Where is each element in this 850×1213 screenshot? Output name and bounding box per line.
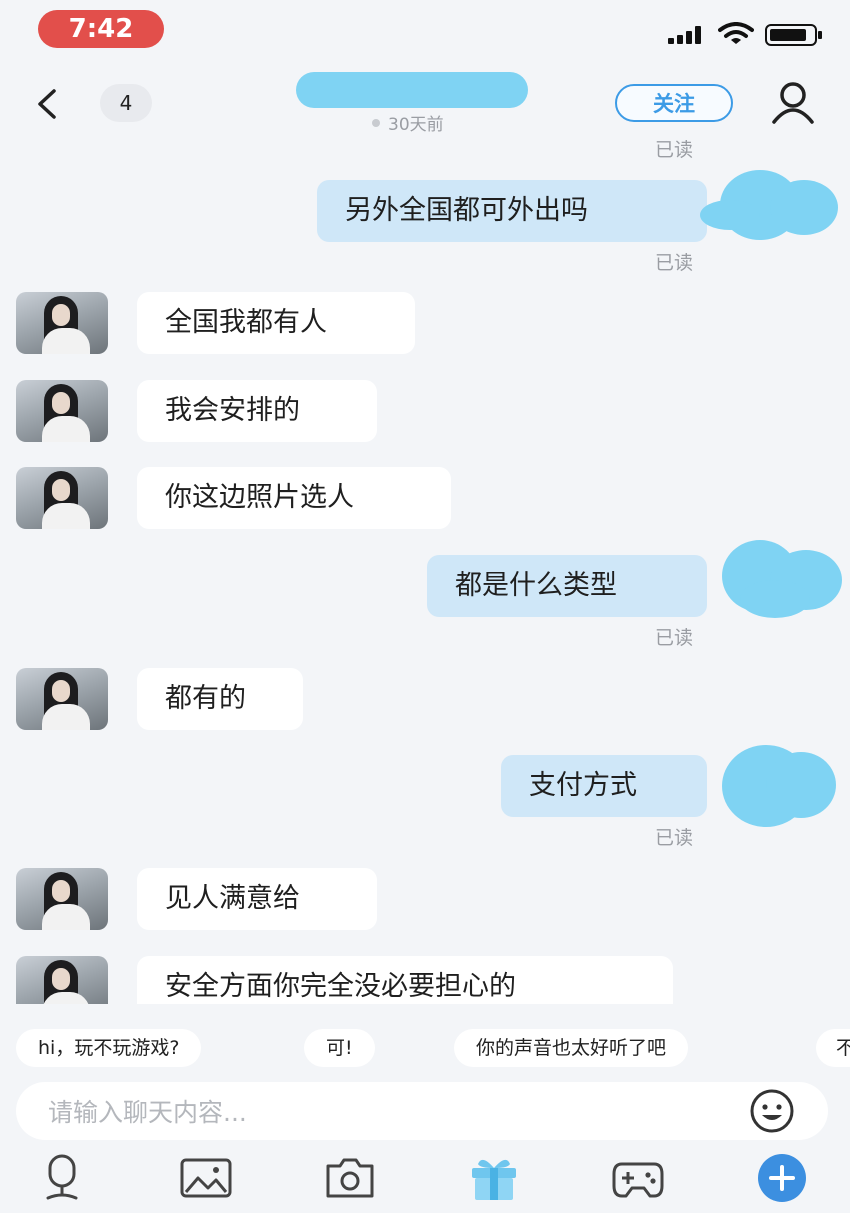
read-receipt: 已读 [655,627,694,649]
quick-reply-chip[interactable]: hi，玩不玩游戏? [16,1029,202,1067]
outgoing-message[interactable]: 都是什么类型 [427,555,707,617]
quick-reply-chip[interactable]: 你的声音也太好听了吧 [454,1029,689,1067]
camera-icon[interactable] [322,1152,378,1204]
gift-icon[interactable] [466,1152,522,1204]
read-receipt: 已读 [655,252,694,274]
plus-icon[interactable] [754,1152,810,1204]
signal-icon [668,26,708,44]
wifi-icon [718,22,754,44]
incoming-message[interactable]: 我会安排的 [137,380,377,442]
contact-name-redacted [296,72,528,108]
image-icon[interactable] [178,1152,234,1204]
contact-avatar[interactable] [16,467,108,529]
unread-count-badge[interactable]: 4 [100,84,152,122]
incoming-message[interactable]: 安全方面你完全没必要担心的 [137,956,673,1004]
message-input[interactable] [46,1090,730,1134]
voice-icon[interactable] [34,1152,90,1204]
read-receipt: 已读 [655,827,694,849]
message-clip-area: 安全方面你完全没必要担心的 [0,950,850,1004]
quick-reply-chip[interactable]: 不 [816,1029,850,1067]
incoming-message[interactable]: 都有的 [137,668,303,730]
incoming-message[interactable]: 见人满意给 [137,868,377,930]
incoming-message[interactable]: 你这边照片选人 [137,467,451,529]
incoming-message[interactable]: 全国我都有人 [137,292,415,354]
contact-avatar[interactable] [16,668,108,730]
contact-avatar[interactable] [16,380,108,442]
last-active-status: 30天前 [372,110,444,135]
back-icon[interactable] [32,88,62,120]
emoji-icon[interactable] [748,1087,796,1135]
presence-dot [372,118,380,127]
follow-button[interactable]: 关注 [615,84,733,122]
message-input-container [16,1082,828,1140]
contact-avatar[interactable] [16,292,108,354]
profile-icon[interactable] [770,80,816,124]
read-receipt: 已读 [655,139,694,161]
game-controller-icon[interactable] [610,1152,666,1204]
outgoing-message[interactable]: 另外全国都可外出吗 [317,180,707,242]
contact-avatar[interactable] [16,956,108,1004]
contact-avatar[interactable] [16,868,108,930]
outgoing-message[interactable]: 支付方式 [501,755,707,817]
status-time: 7:42 [38,10,164,48]
last-active-text: 30天前 [388,115,444,135]
quick-reply-chip[interactable]: 可! [304,1029,375,1067]
battery-icon [765,24,822,46]
